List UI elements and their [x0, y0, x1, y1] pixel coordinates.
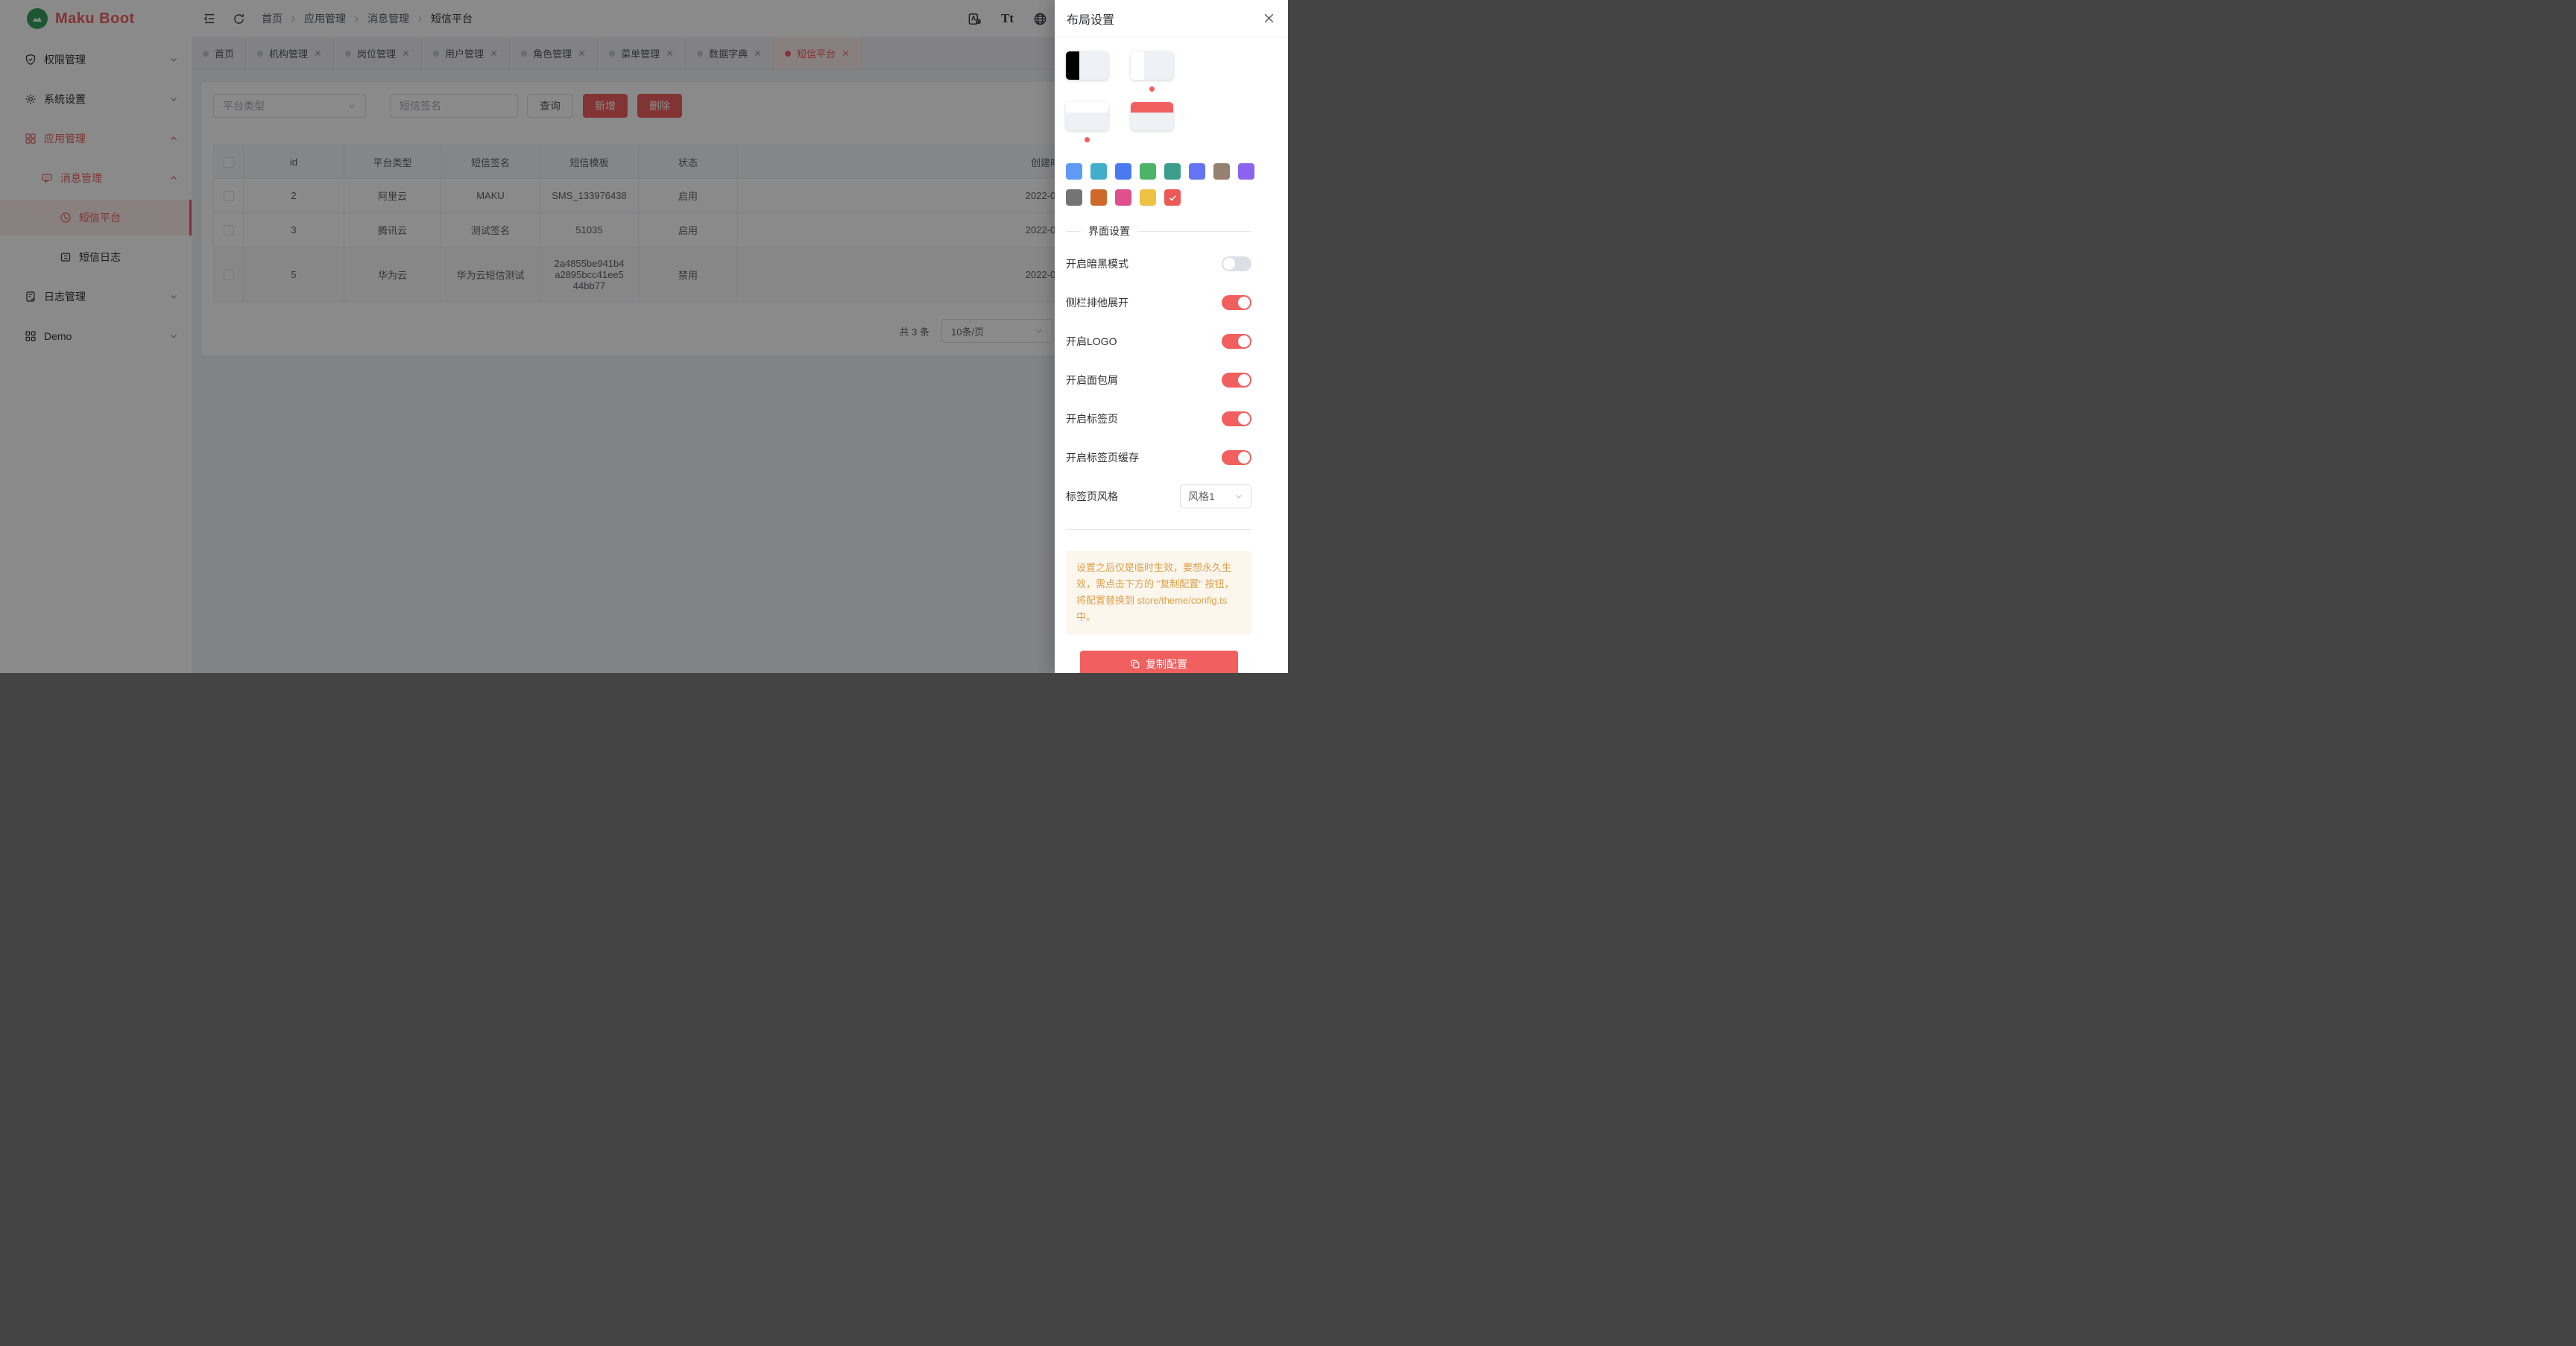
setting-label: 开启标签页 [1066, 411, 1118, 426]
toggle-knob [1238, 413, 1250, 425]
drawer-header: 布局设置 [1055, 0, 1288, 37]
layout-settings-drawer: 布局设置 [1055, 0, 1288, 673]
layout-thumb-sidebar-dark-icon [1066, 51, 1108, 80]
theme-color-swatch[interactable] [1213, 163, 1230, 180]
breadcrumb-toggle[interactable] [1222, 373, 1251, 388]
interface-settings-divider: 界面设置 [1066, 224, 1251, 238]
copy-config-label: 复制配置 [1146, 657, 1187, 672]
selected-dot [1085, 137, 1090, 142]
interface-settings-list: 开启暗黑模式 侧栏排他展开 开启LOGO 开启面包屑 开启标签页 [1066, 244, 1251, 516]
setting-label: 侧栏排他展开 [1066, 295, 1128, 310]
setting-label: 开启暗黑模式 [1066, 256, 1128, 271]
check-icon [1168, 193, 1178, 203]
theme-color-swatch[interactable] [1189, 163, 1205, 180]
theme-color-swatch[interactable] [1090, 163, 1107, 180]
setting-logo: 开启LOGO [1066, 322, 1251, 361]
tabs-toggle[interactable] [1222, 411, 1251, 426]
toggle-knob [1238, 297, 1250, 309]
selected-dot [1149, 86, 1155, 92]
tab-style-value: 风格1 [1188, 489, 1215, 504]
chevron-down-icon [1234, 492, 1243, 501]
interface-settings-title: 界面设置 [1088, 224, 1130, 238]
toggle-knob [1238, 374, 1250, 386]
theme-color-swatch[interactable] [1066, 163, 1082, 180]
bottom-divider [1066, 529, 1251, 530]
toggle-knob [1238, 452, 1250, 464]
theme-color-swatch[interactable] [1090, 189, 1107, 206]
tab-style-select[interactable]: 风格1 [1180, 484, 1251, 508]
setting-breadcrumb: 开启面包屑 [1066, 361, 1251, 399]
app-root: Maku Boot 权限管理 系统设置 应用管理 消息管理 [0, 0, 1288, 673]
copy-icon [1130, 659, 1140, 669]
theme-color-swatch[interactable] [1140, 163, 1156, 180]
setting-tabs-cache: 开启标签页缓存 [1066, 438, 1251, 477]
drawer-body: 界面设置 开启暗黑模式 侧栏排他展开 开启LOGO 开启面包屑 [1055, 37, 1288, 673]
layout-thumb-header-light-icon [1066, 102, 1108, 130]
tabs-cache-toggle[interactable] [1222, 450, 1251, 465]
setting-label: 开启面包屑 [1066, 373, 1118, 388]
drawer-title: 布局设置 [1067, 10, 1114, 28]
close-icon[interactable] [1263, 12, 1275, 25]
theme-color-swatch[interactable] [1238, 163, 1254, 180]
theme-color-swatch[interactable] [1140, 189, 1156, 206]
setting-sidebar-accordion: 侧栏排他展开 [1066, 283, 1251, 322]
setting-tab-style: 标签页风格 风格1 [1066, 477, 1251, 516]
layout-thumb-header-primary-icon [1131, 102, 1173, 130]
setting-label: 开启标签页缓存 [1066, 450, 1139, 465]
toggle-knob [1238, 335, 1250, 347]
dark-mode-toggle[interactable] [1222, 256, 1251, 271]
theme-color-swatch[interactable] [1066, 189, 1082, 206]
theme-color-swatch[interactable] [1115, 163, 1131, 180]
setting-dark-mode: 开启暗黑模式 [1066, 244, 1251, 283]
theme-color-swatch[interactable] [1164, 163, 1181, 180]
layout-thumb-sidebar-light-icon [1131, 51, 1173, 80]
layout-option-sidebar-dark[interactable] [1066, 51, 1108, 102]
theme-color-swatch-selected[interactable] [1164, 189, 1181, 206]
sidebar-accordion-toggle[interactable] [1222, 295, 1251, 310]
copy-config-button[interactable]: 复制配置 [1080, 651, 1238, 673]
theme-color-swatches [1066, 163, 1251, 206]
layout-options [1066, 51, 1251, 153]
setting-label: 开启LOGO [1066, 334, 1117, 349]
settings-notice: 设置之后仅是临时生效，要想永久生效，需点击下方的 "复制配置" 按钮，将配置替换… [1066, 551, 1251, 634]
setting-label: 标签页风格 [1066, 489, 1118, 504]
theme-color-swatch[interactable] [1115, 189, 1131, 206]
toggle-knob [1223, 258, 1235, 270]
logo-toggle[interactable] [1222, 334, 1251, 349]
setting-tabs: 开启标签页 [1066, 399, 1251, 438]
layout-option-header-primary[interactable] [1131, 102, 1173, 153]
layout-option-header-light[interactable] [1066, 102, 1108, 153]
layout-option-sidebar-light[interactable] [1131, 51, 1173, 102]
